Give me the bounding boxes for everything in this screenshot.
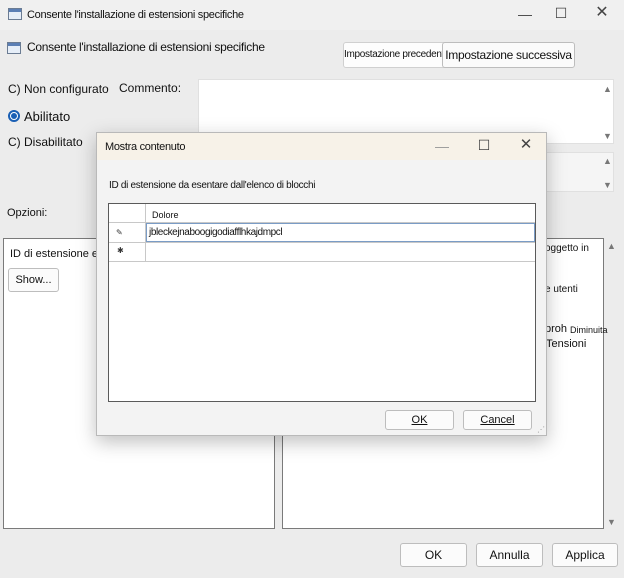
values-grid: Dolore ✎ jbleckejnaboogigodiafflhkajdmpc… xyxy=(108,203,536,402)
radio-enabled-control[interactable] xyxy=(8,110,20,122)
supported-scroll-up-icon[interactable]: ▲ xyxy=(603,156,612,166)
column-header[interactable]: Dolore xyxy=(152,210,179,220)
supported-scroll-down-icon[interactable]: ▼ xyxy=(603,180,612,190)
dialog-close-icon[interactable]: ✕ xyxy=(518,137,534,153)
ok-button[interactable]: OK xyxy=(400,543,467,567)
resize-grip-icon[interactable]: ⋰ xyxy=(537,425,545,434)
next-setting-button[interactable]: Impostazione successiva xyxy=(442,42,575,68)
help-text-fragment: Tensioni xyxy=(546,338,587,350)
comment-scroll-down-icon[interactable]: ▼ xyxy=(603,131,612,141)
app-icon xyxy=(8,8,22,20)
dialog-minimize-icon[interactable]: — xyxy=(434,138,450,154)
radio-disabled-label: C) Disabilitato xyxy=(8,135,83,149)
cancel-button[interactable]: Annulla xyxy=(476,543,543,567)
help-text-fragment: Diminuita xyxy=(570,325,608,335)
radio-enabled-label[interactable]: Abilitato xyxy=(24,109,70,124)
comment-label: Commento: xyxy=(119,81,182,95)
dialog-ok-button[interactable]: OK xyxy=(385,410,454,430)
dialog-title-bar: Mostra contenuto — ☐ ✕ xyxy=(97,133,546,160)
options-label: Opzioni: xyxy=(7,207,48,219)
radio-disabled[interactable]: C) Disabilitato xyxy=(8,135,83,149)
dialog-cancel-button[interactable]: Cancel xyxy=(463,410,532,430)
dialog-maximize-icon[interactable]: ☐ xyxy=(476,137,492,153)
title-bar: Consente l'installazione di estensioni s… xyxy=(0,0,624,30)
help-text-fragment: e utenti xyxy=(545,284,578,295)
row-value-text: jbleckejnaboogigodiafflhkajdmpcl xyxy=(149,227,283,238)
show-button[interactable]: Show... xyxy=(8,268,59,292)
policy-name: Consente l'installazione di estensioni s… xyxy=(27,40,265,54)
close-icon[interactable]: ✕ xyxy=(594,5,610,21)
show-contents-dialog: Mostra contenuto — ☐ ✕ ID di estensione … xyxy=(96,132,547,436)
radio-not-configured[interactable]: C) Non configurato xyxy=(8,82,109,96)
help-scroll-up-icon[interactable]: ▲ xyxy=(607,241,616,251)
dialog-title: Mostra contenuto xyxy=(105,141,186,153)
minimize-icon[interactable]: — xyxy=(517,6,533,22)
dialog-description: ID di estensione da esentare dall'elenco… xyxy=(109,180,316,191)
comment-scroll-up-icon[interactable]: ▲ xyxy=(603,84,612,94)
new-row-icon: ✱ xyxy=(117,246,124,255)
previous-setting-button[interactable]: Impostazione precedente xyxy=(343,42,448,68)
help-text-fragment: proh xyxy=(545,323,568,335)
extension-id-label: ID di estensione e xyxy=(10,248,99,260)
maximize-icon[interactable]: ☐ xyxy=(553,5,569,21)
help-scroll-down-icon[interactable]: ▼ xyxy=(607,517,616,527)
row-value-input[interactable]: jbleckejnaboogigodiafflhkajdmpcl xyxy=(146,223,535,242)
apply-button[interactable]: Applica xyxy=(552,543,618,567)
help-text-fragment: oggetto in xyxy=(545,243,589,254)
grid-divider xyxy=(109,261,535,262)
edit-row-icon: ✎ xyxy=(116,228,123,237)
window-title: Consente l'installazione di estensioni s… xyxy=(27,9,244,21)
policy-icon xyxy=(7,42,21,54)
new-row-input[interactable] xyxy=(146,243,535,261)
radio-not-configured-label: C) Non configurato xyxy=(8,82,109,96)
